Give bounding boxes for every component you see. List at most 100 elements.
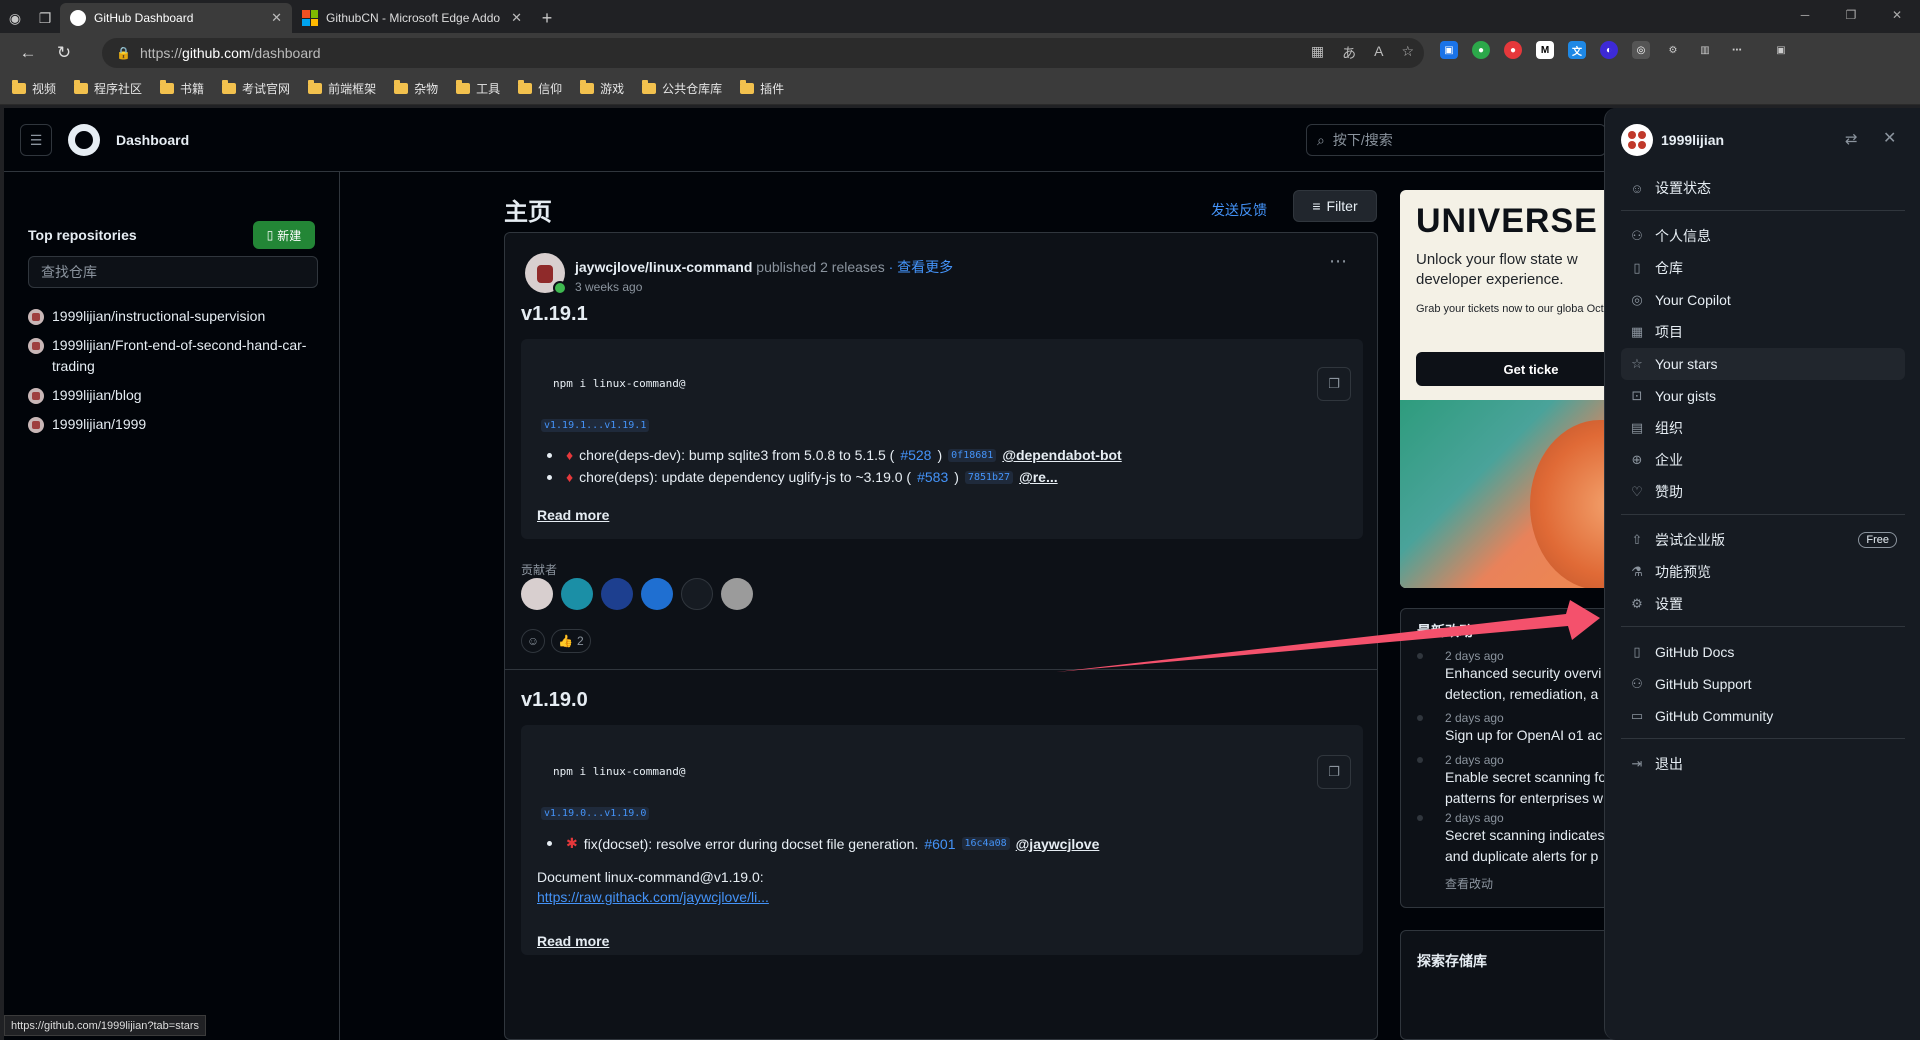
user-mention[interactable]: @dependabot-bot [1002,447,1121,463]
menu-item-try-enterprise[interactable]: ⇧ 尝试企业版 Free [1621,524,1905,556]
avatar[interactable] [641,578,673,610]
menu-item-stars[interactable]: ☆ Your stars [1621,348,1905,380]
repo-link[interactable]: 1999lijian/Front-end-of-second-hand-car-… [28,335,320,377]
avatar[interactable] [561,578,593,610]
feed-actor[interactable]: jaywcjlove/linux-command [575,259,752,275]
extension-glasses-icon[interactable]: ◎ [1632,41,1650,59]
extension-shield-icon[interactable]: ▣ [1440,41,1458,59]
user-mention[interactable]: @jaywcjlove [1016,836,1100,852]
favorite-star-icon[interactable]: ☆ [1401,43,1414,63]
see-more-link[interactable]: · 查看更多 [889,259,954,275]
set-status-item[interactable]: ☺ 设置状态 [1621,172,1905,204]
add-reaction-icon[interactable]: ☺ [521,629,545,653]
menu-item-sign-out[interactable]: ⇥ 退出 [1621,748,1905,780]
new-tab-icon[interactable]: + [532,3,562,33]
menu-item-feature-preview[interactable]: ⚗ 功能预览 [1621,556,1905,588]
menu-item-enterprises[interactable]: ⊕ 企业 [1621,444,1905,476]
extension-m-icon[interactable]: M [1536,41,1554,59]
back-icon[interactable]: ← [10,37,46,69]
avatar[interactable] [721,578,753,610]
bookmark-folder[interactable]: 书籍 [160,80,204,97]
extension-green-icon[interactable]: ● [1472,41,1490,59]
hamburger-menu-icon[interactable]: ☰ [20,124,52,156]
menu-item-sponsors[interactable]: ♡ 赞助 [1621,476,1905,508]
release-title[interactable]: v1.19.0 [521,689,588,712]
read-more-link[interactable]: Read more [537,933,609,949]
menu-item-support[interactable]: ⚇ GitHub Support [1621,668,1905,700]
extension-moon-icon[interactable]: ◐ [1600,41,1618,59]
bookmark-folder[interactable]: 视频 [12,80,56,97]
menu-item-projects[interactable]: ▦ 项目 [1621,316,1905,348]
extension-translate-icon[interactable]: 文 [1568,41,1586,59]
close-icon[interactable]: ✕ [1883,128,1896,148]
avatar[interactable] [681,578,713,610]
close-tab-icon[interactable]: ✕ [511,10,522,26]
bookmark-folder[interactable]: 信仰 [518,80,562,97]
commit-sha[interactable]: 7851b27 [964,470,1014,484]
view-changes-link[interactable]: 查看改动 [1445,875,1493,892]
bookmark-folder[interactable]: 公共仓库库 [642,80,722,97]
tab-github-dashboard[interactable]: GitHub Dashboard ✕ [60,3,292,33]
menu-item-profile[interactable]: ⚇ 个人信息 [1621,220,1905,252]
kebab-menu-icon[interactable]: ⋯ [1329,251,1347,272]
user-mention[interactable]: @re... [1019,469,1058,485]
extension-red-icon[interactable]: ● [1504,41,1522,59]
menu-item-community[interactable]: ▭ GitHub Community [1621,700,1905,732]
bookmark-folder[interactable]: 考试官网 [222,80,290,97]
menu-item-gists[interactable]: ⊡ Your gists [1621,380,1905,412]
menu-item-docs[interactable]: ▯ GitHub Docs [1621,636,1905,668]
close-window-icon[interactable]: ✕ [1874,0,1920,30]
pr-link[interactable]: #601 [924,836,955,852]
repo-link[interactable]: 1999lijian/blog [28,385,320,406]
extensions-puzzle-icon[interactable]: ⚙ [1664,41,1682,59]
workspaces-icon[interactable]: ❐ [30,3,60,33]
doc-link[interactable]: https://raw.githack.com/jaywcjlove/li... [537,889,769,905]
repo-link[interactable]: 1999lijian/1999 [28,414,320,435]
avatar[interactable] [601,578,633,610]
bookmark-folder[interactable]: 工具 [456,80,500,97]
new-repo-button[interactable]: ▯ 新建 [253,221,315,249]
commit-sha[interactable]: 16c4a08 [961,837,1010,850]
restore-icon[interactable]: ❐ [1828,0,1874,30]
filter-button[interactable]: ≡ Filter [1293,190,1377,222]
more-menu-icon[interactable]: ⋯ [1728,41,1746,59]
translate-icon[interactable]: あ [1342,43,1356,63]
bookmark-folder[interactable]: 游戏 [580,80,624,97]
split-screen-icon[interactable]: ▥ [1696,41,1714,59]
menu-item-copilot[interactable]: ◎ Your Copilot [1621,284,1905,316]
menu-item-settings[interactable]: ⚙ 设置 [1621,588,1905,620]
search-input[interactable]: ⌕ 按下/搜索 [1306,124,1606,156]
menu-item-repositories[interactable]: ▯ 仓库 [1621,252,1905,284]
feedback-link[interactable]: 发送反馈 [1211,200,1267,220]
copy-icon[interactable]: ❐ [1317,755,1351,789]
address-bar[interactable]: 🔒 https://github.com/dashboard ▦ あ A ☆ [102,38,1424,68]
close-tab-icon[interactable]: ✕ [271,10,282,26]
minimize-icon[interactable]: ─ [1782,0,1828,30]
bookmark-folder[interactable]: 插件 [740,80,784,97]
pr-link[interactable]: #583 [917,469,948,485]
refresh-icon[interactable]: ↻ [46,37,82,69]
bookmark-folder[interactable]: 前端框架 [308,80,376,97]
sidebar-toggle-icon[interactable]: ▣ [1772,41,1790,59]
copy-icon[interactable]: ❐ [1317,367,1351,401]
tab-githubcn[interactable]: GithubCN - Microsoft Edge Addo ✕ [292,3,532,33]
compare-range[interactable]: v1.19.0...v1.19.0 [541,807,650,820]
app-grid-icon[interactable]: ▦ [1311,43,1324,63]
release-title[interactable]: v1.19.1 [521,303,588,326]
menu-item-organizations[interactable]: ▤ 组织 [1621,412,1905,444]
pr-link[interactable]: #528 [900,447,931,463]
compare-range[interactable]: v1.19.1...v1.19.1 [541,419,650,432]
github-logo-icon[interactable] [68,124,100,156]
bookmark-folder[interactable]: 杂物 [394,80,438,97]
read-aloud-icon[interactable]: A [1374,43,1383,63]
bookmark-folder[interactable]: 程序社区 [74,80,142,97]
read-more-link[interactable]: Read more [537,507,609,523]
repo-link[interactable]: 1999lijian/instructional-supervision [28,306,320,327]
avatar[interactable] [521,578,553,610]
switch-account-icon[interactable]: ⇄ [1845,130,1858,148]
commit-sha[interactable]: 0f18681 [948,448,997,462]
page-context-title[interactable]: Dashboard [116,132,189,148]
find-repo-input[interactable]: 查找仓库 [28,256,318,288]
thumbs-up-reaction[interactable]: 👍 2 [551,629,591,653]
profile-icon[interactable]: ◉ [0,3,30,33]
